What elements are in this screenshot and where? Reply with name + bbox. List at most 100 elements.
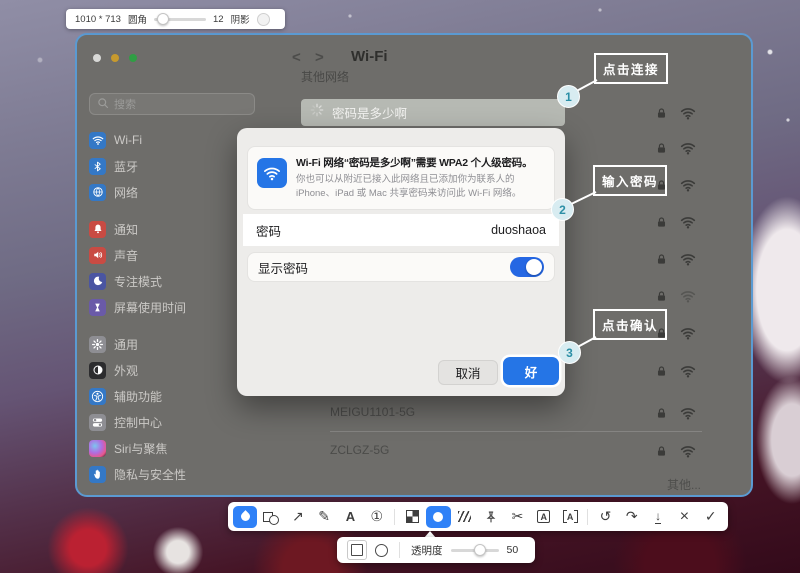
privacy-icon (89, 466, 106, 483)
toolbar-divider (394, 509, 395, 525)
shapes-tool[interactable] (259, 506, 283, 528)
mosaic-tool[interactable] (400, 506, 424, 528)
sidebar-item-label: 通知 (114, 221, 138, 238)
shadow-toggle[interactable] (257, 13, 270, 26)
ocr-tool[interactable]: A (558, 506, 582, 528)
undo-tool[interactable]: ↺ (593, 506, 617, 528)
ok-button[interactable]: 好 (503, 357, 559, 385)
close-window-button[interactable] (93, 54, 101, 62)
accessibility-icon (89, 388, 106, 405)
dialog-title: Wi-Fi 网络“密码是多少啊”需要 WPA2 个人级密码。 (296, 155, 545, 170)
network-lock-and-signal-icons[interactable] (655, 288, 696, 304)
sidebar-item-privacy[interactable]: 隐私与安全性 (89, 461, 269, 487)
other-networks-link[interactable]: 其他... (637, 476, 701, 493)
password-field[interactable]: 密码 duoshaoa (243, 214, 559, 246)
callout-enter-password[interactable]: 输入密码 (593, 165, 667, 196)
text-tool[interactable]: A (338, 506, 362, 528)
traffic-lights (93, 54, 137, 62)
dialog-subtitle: 你也可以从附近已接入此网络且已添加你为联系人的 iPhone、iPad 或 Ma… (296, 173, 545, 201)
list-divider (330, 431, 702, 432)
bluetooth-icon (89, 158, 106, 175)
redo-tool[interactable]: ↷ (620, 506, 644, 528)
captured-screenshot: 搜索 Wi-Fi 蓝牙网络通知声音专注模式屏幕使用时间通用外观辅助功能控制中心 Si… (75, 33, 753, 497)
spotlight-tool[interactable] (426, 506, 450, 528)
dialog-info-panel: Wi-Fi 网络“密码是多少啊”需要 WPA2 个人级密码。 你也可以从附近已接… (247, 146, 555, 210)
sidebar-item-label: Siri与聚焦 (114, 440, 167, 457)
download-tool[interactable]: ↓ (646, 506, 670, 528)
sidebar-item-siri[interactable]: Siri与聚焦 (89, 435, 269, 461)
password-value: duoshaoa (491, 223, 546, 237)
opacity-label: 透明度 (411, 543, 443, 558)
step-badge-2[interactable]: 2 (551, 198, 574, 221)
rectangle-shape-option[interactable] (347, 540, 367, 560)
wifi-icon (89, 132, 106, 149)
scissors-tool[interactable]: ✂ (505, 506, 529, 528)
capture-dimensions: 1010 * 713 (75, 14, 121, 25)
screenshot-editor: 1010 * 713 圆角 12 阴影 搜索 Wi-Fi蓝牙网络通知声音专注模式… (0, 0, 800, 573)
network-lock-and-signal-icons[interactable] (655, 105, 696, 121)
sidebar-item-label: 屏幕使用时间 (114, 299, 186, 316)
wifi-password-dialog: Wi-Fi 网络“密码是多少啊”需要 WPA2 个人级密码。 你也可以从附近已接… (237, 128, 565, 396)
sidebar-item-label: 蓝牙 (114, 158, 138, 175)
arrow-tool[interactable]: ↗ (286, 506, 310, 528)
pencil-tool[interactable]: ✎ (312, 506, 336, 528)
connecting-network-row[interactable]: 密码是多少啊 (301, 99, 565, 126)
droplet-tool[interactable] (233, 506, 257, 528)
page-title: Wi-Fi (351, 48, 388, 65)
network-lock-and-signal-icons[interactable] (655, 405, 696, 421)
tool-options-bar: 透明度 50 (337, 537, 535, 563)
toolbar-divider (587, 509, 588, 525)
search-placeholder: 搜索 (114, 96, 136, 112)
check-tool[interactable]: ✓ (699, 506, 723, 528)
search-input[interactable]: 搜索 (89, 93, 255, 115)
number-badge-tool[interactable]: ① (365, 506, 389, 528)
appearance-icon (89, 362, 106, 379)
show-password-label: 显示密码 (258, 258, 308, 277)
step-badge-1[interactable]: 1 (557, 85, 580, 108)
gear-icon (89, 336, 106, 353)
sidebar-item-label: 辅助功能 (114, 388, 162, 405)
network-lock-and-signal-icons[interactable] (655, 363, 696, 379)
speaker-icon (89, 247, 106, 264)
callout-click-confirm[interactable]: 点击确认 (593, 309, 667, 340)
wifi-app-icon (257, 158, 287, 188)
sidebar-item-label: 外观 (114, 362, 138, 379)
control-center-icon (89, 414, 106, 431)
text-box-tool[interactable]: A (532, 506, 556, 528)
callout-click-connect[interactable]: 点击连接 (594, 53, 668, 84)
network-lock-and-signal-icons[interactable] (655, 214, 696, 230)
sidebar-item-label: 网络 (114, 184, 138, 201)
minimize-window-button[interactable] (111, 54, 119, 62)
sidebar-item-label: 隐私与安全性 (114, 466, 186, 483)
show-password-row: 显示密码 (247, 252, 555, 282)
search-icon (97, 97, 109, 112)
network-lock-and-signal-icons[interactable] (655, 140, 696, 156)
show-password-toggle[interactable] (510, 257, 544, 277)
corner-radius-slider[interactable] (154, 18, 206, 21)
zoom-window-button[interactable] (129, 54, 137, 62)
network-lock-and-signal-icons[interactable] (655, 443, 696, 459)
siri-icon (89, 440, 106, 457)
network-lock-and-signal-icons[interactable] (655, 251, 696, 267)
close-tool[interactable]: × (672, 506, 696, 528)
forward-icon[interactable]: > (315, 49, 324, 66)
spinner-icon (310, 103, 324, 122)
cancel-button[interactable]: 取消 (438, 360, 498, 385)
bell-icon (89, 221, 106, 238)
sidebar-item-label: 专注模式 (114, 273, 162, 290)
opacity-slider[interactable] (451, 549, 499, 552)
annotation-toolbar-tools: ↗✎A①✂AA↺↷↓×✓ (228, 502, 728, 531)
pin-tool[interactable] (479, 506, 503, 528)
sidebar-item-control-center[interactable]: 控制中心 (89, 409, 269, 435)
network-name[interactable]: ZCLGZ-5G (330, 443, 389, 457)
sidebar-item-label: 声音 (114, 247, 138, 264)
circle-shape-option[interactable] (375, 544, 388, 557)
sidebar-item-label: 通用 (114, 336, 138, 353)
back-icon[interactable]: < (292, 49, 301, 66)
network-name[interactable]: MEIGU1101-5G (330, 405, 415, 419)
step-badge-3[interactable]: 3 (558, 341, 581, 364)
globe-icon (89, 184, 106, 201)
hatch-tool[interactable] (453, 506, 477, 528)
moon-icon (89, 273, 106, 290)
divider (399, 542, 400, 558)
